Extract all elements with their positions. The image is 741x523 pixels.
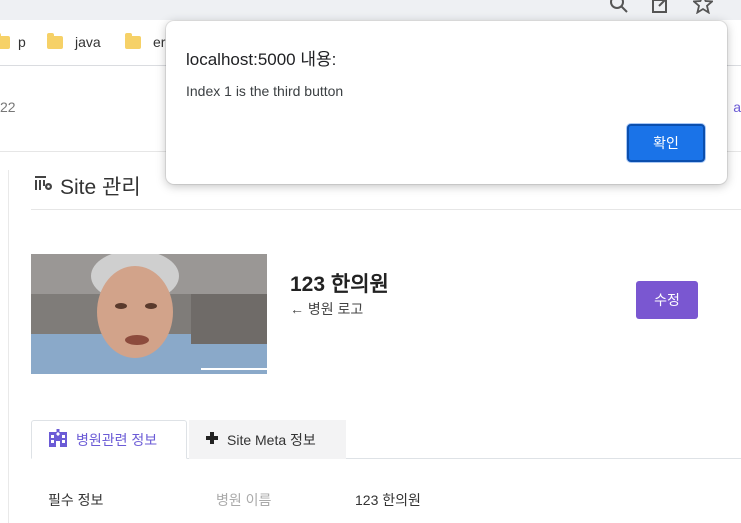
clinic-name: 123 한의원 bbox=[290, 273, 389, 296]
logo-caption: ← 병원 로고 bbox=[290, 301, 364, 317]
tab-clinic-info[interactable]: 병원관련 정보 bbox=[31, 420, 187, 459]
tab-label: Site Meta 정보 bbox=[227, 431, 316, 448]
alert-dialog: localhost:5000 내용: Index 1 is the third … bbox=[166, 21, 727, 184]
header-right-link[interactable]: a bbox=[733, 99, 741, 115]
bookmark-folder[interactable]: er bbox=[125, 32, 166, 50]
zoom-icon[interactable] bbox=[609, 0, 629, 19]
browser-toolbar bbox=[0, 0, 741, 20]
tab-label: 병원관련 정보 bbox=[76, 431, 158, 448]
title-divider bbox=[31, 209, 741, 210]
star-icon[interactable] bbox=[691, 0, 715, 19]
ok-button[interactable]: 확인 bbox=[627, 124, 705, 162]
bookmark-folder[interactable]: java bbox=[47, 32, 101, 50]
edit-button[interactable]: 수정 bbox=[636, 281, 698, 319]
share-icon[interactable] bbox=[651, 0, 671, 19]
folder-icon bbox=[125, 32, 141, 49]
bookmark-label: java bbox=[75, 34, 101, 50]
dialog-title: localhost:5000 내용: bbox=[186, 50, 337, 69]
tab-bar: 병원관련 정보 Site Meta 정보 bbox=[31, 420, 741, 459]
required-info-heading: 필수 정보 bbox=[48, 492, 104, 508]
toolbar-icons bbox=[609, 0, 715, 19]
clinic-name-value: 123 한의원 bbox=[355, 492, 421, 508]
bookmark-folder[interactable]: p bbox=[0, 32, 26, 50]
page-title: Site 관리 bbox=[34, 171, 141, 201]
bookmark-label: p bbox=[18, 34, 26, 50]
page-title-text: Site 관리 bbox=[60, 176, 141, 199]
tab-site-meta[interactable]: Site Meta 정보 bbox=[189, 420, 346, 459]
plus-icon bbox=[205, 431, 219, 448]
site-settings-icon bbox=[34, 174, 54, 198]
clinic-name-label: 병원 이름 bbox=[216, 492, 272, 508]
folder-icon bbox=[0, 32, 10, 49]
bookmark-label: er bbox=[153, 34, 166, 50]
clinic-logo-image bbox=[31, 254, 267, 374]
header-left-text: 22 bbox=[0, 99, 16, 115]
hospital-icon bbox=[48, 429, 68, 450]
sidebar-divider bbox=[8, 170, 9, 523]
folder-icon bbox=[47, 32, 63, 49]
dialog-message: Index 1 is the third button bbox=[186, 83, 344, 99]
